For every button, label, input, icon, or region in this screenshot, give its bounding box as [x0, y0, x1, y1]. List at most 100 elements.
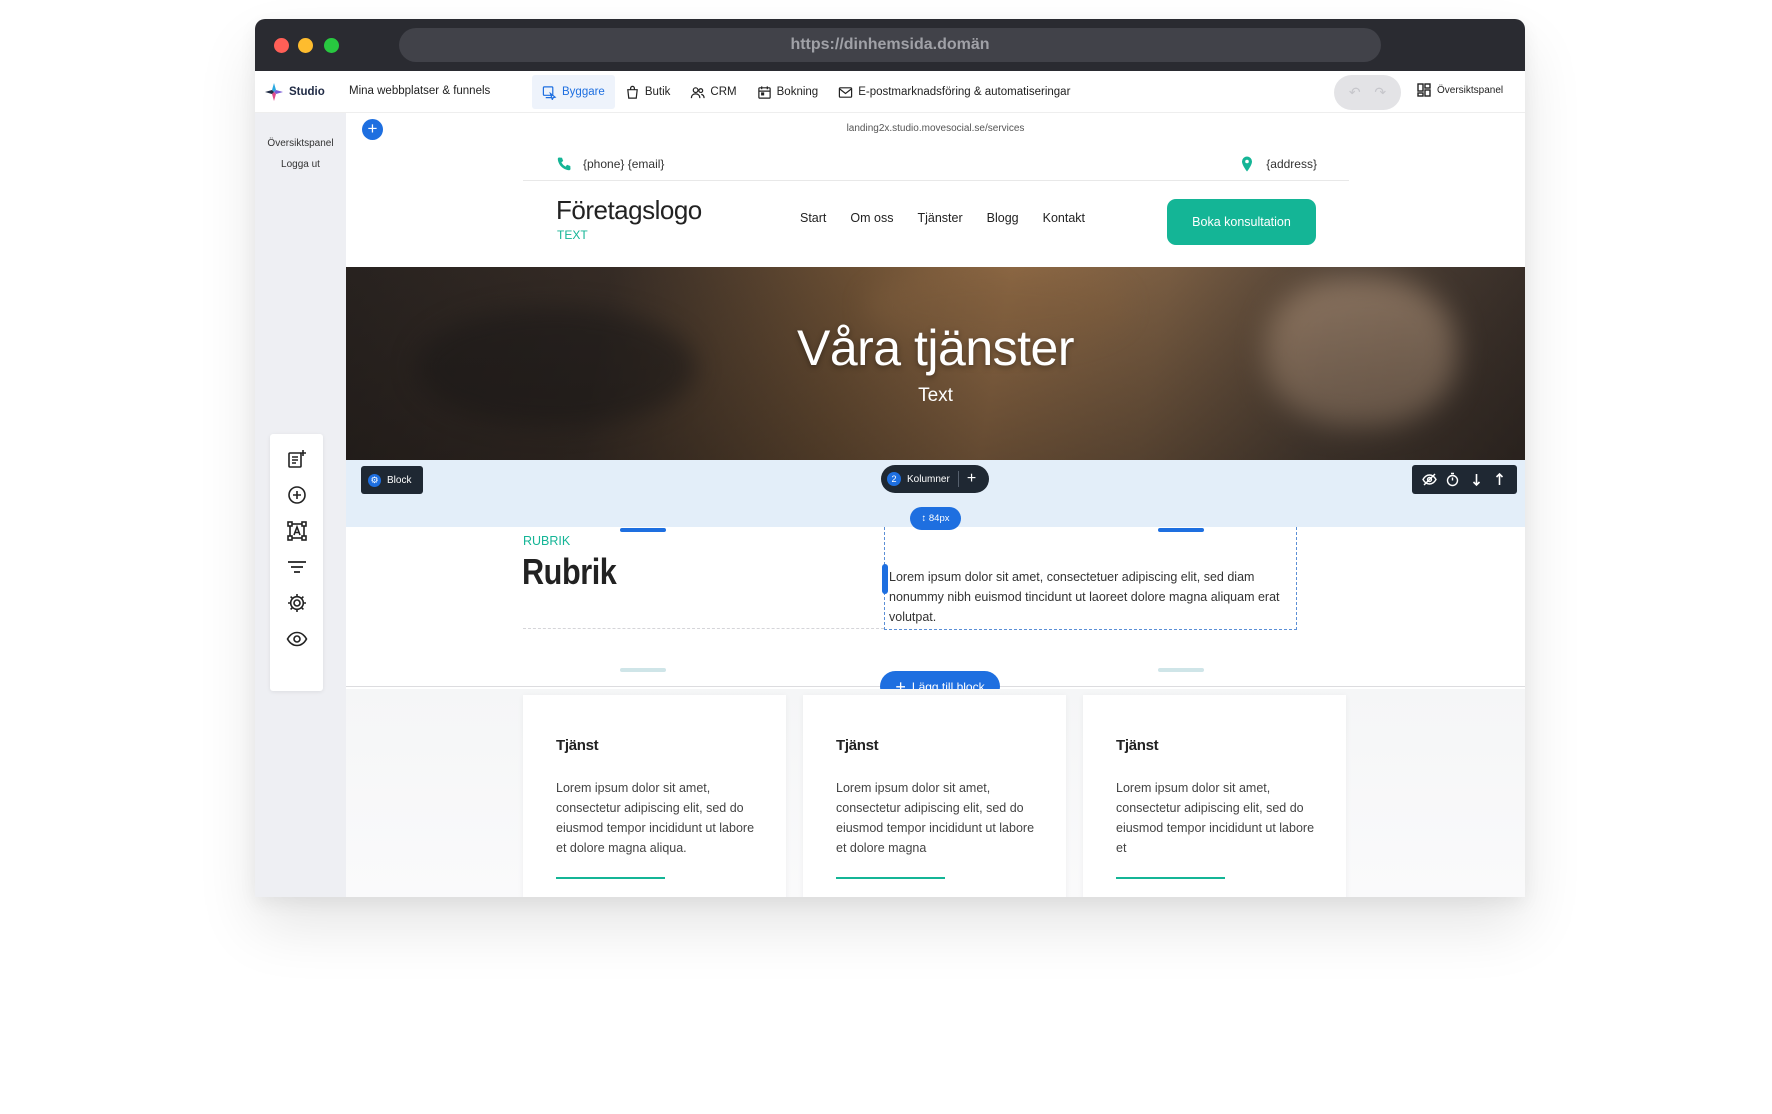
overview-button[interactable]: Översiktspanel: [1417, 83, 1503, 97]
nav-item-blog[interactable]: Blogg: [987, 211, 1019, 225]
calendar-icon: [757, 85, 771, 99]
tab-email-marketing[interactable]: E-postmarknadsföring & automatiseringar: [828, 75, 1080, 109]
tab-crm-label: CRM: [710, 86, 737, 98]
services-section: Tjänst Lorem ipsum dolor sit amet, conse…: [346, 689, 1525, 897]
main-nav-tabs: Byggare Butik CRM Bokning E-postmarknads…: [532, 75, 1080, 109]
resize-handle[interactable]: [1158, 668, 1204, 672]
move-up-icon[interactable]: [1492, 472, 1507, 487]
page-url-label: landing2x.studio.movesocial.se/services: [846, 123, 1025, 134]
users-icon: [691, 86, 706, 98]
nav-item-start[interactable]: Start: [800, 211, 826, 225]
address-bar[interactable]: https://dinhemsida.domän: [399, 28, 1381, 62]
page-canvas: + landing2x.studio.movesocial.se/service…: [346, 113, 1525, 897]
maximize-window-dot[interactable]: [324, 38, 339, 53]
service-accent-line: [836, 877, 945, 879]
tab-shop-label: Butik: [644, 86, 671, 98]
nav-item-about[interactable]: Om oss: [850, 211, 893, 225]
columns-label: Kolumner: [907, 473, 950, 485]
hero-banner[interactable]: Våra tjänster Text: [346, 267, 1525, 460]
app-topbar: Studio Mina webbplatser & funnels Byggar…: [255, 71, 1525, 113]
service-text[interactable]: Lorem ipsum dolor sit amet, consectetur …: [1116, 778, 1326, 858]
address-text[interactable]: {address}: [1266, 157, 1317, 171]
service-title[interactable]: Tjänst: [836, 737, 879, 754]
dashboard-icon: [1417, 83, 1431, 97]
redo-icon[interactable]: ↷: [1374, 84, 1386, 101]
block-settings-button[interactable]: ⚙ Block: [361, 466, 423, 494]
add-page-icon[interactable]: [284, 446, 309, 471]
block-gear-icon: ⚙: [368, 473, 381, 487]
columns-count: 2: [887, 472, 901, 486]
section-eyebrow[interactable]: RUBRIK: [523, 534, 570, 548]
add-column-icon[interactable]: +: [967, 471, 976, 487]
service-title[interactable]: Tjänst: [1116, 737, 1159, 754]
shopping-bag-icon: [626, 85, 638, 99]
left-sidebar: Översiktspanel Logga ut: [255, 113, 346, 897]
mail-icon: [838, 86, 853, 98]
block-editor-bar: ⚙ Block 2 Kolumner + ↕ 84px: [346, 460, 1525, 530]
columns-divider: [957, 471, 959, 487]
contact-right: {address}: [1238, 155, 1317, 173]
service-card[interactable]: Tjänst Lorem ipsum dolor sit amet, conse…: [803, 695, 1066, 897]
sidebar-overview-link[interactable]: Översiktspanel: [255, 138, 346, 149]
service-card[interactable]: Tjänst Lorem ipsum dolor sit amet, conse…: [523, 695, 786, 897]
eye-icon[interactable]: [284, 626, 309, 651]
hero-subtitle[interactable]: Text: [346, 385, 1525, 407]
nav-item-contact[interactable]: Kontakt: [1043, 211, 1085, 225]
company-logo-subtitle: TEXT: [557, 228, 588, 242]
filter-icon[interactable]: [284, 554, 309, 579]
service-text[interactable]: Lorem ipsum dolor sit amet, consectetur …: [836, 778, 1046, 858]
tab-shop[interactable]: Butik: [615, 75, 681, 109]
builder-icon: [542, 85, 557, 100]
my-sites-link[interactable]: Mina webbplatser & funnels: [349, 85, 490, 97]
studio-logo-icon: [265, 83, 283, 101]
timer-icon[interactable]: [1445, 472, 1460, 487]
browser-chrome: https://dinhemsida.domän: [255, 19, 1525, 71]
move-down-icon[interactable]: [1469, 472, 1484, 487]
column-outline: [523, 628, 884, 629]
close-window-dot[interactable]: [274, 38, 289, 53]
phone-icon: [557, 157, 571, 171]
nav-item-services[interactable]: Tjänster: [917, 211, 962, 225]
section-heading[interactable]: Rubrik: [522, 551, 617, 593]
service-card[interactable]: Tjänst Lorem ipsum dolor sit amet, conse…: [1083, 695, 1346, 897]
service-text[interactable]: Lorem ipsum dolor sit amet, consectetur …: [556, 778, 766, 858]
undo-redo-group: ↶ ↷: [1334, 75, 1401, 110]
hero-title[interactable]: Våra tjänster: [346, 319, 1525, 377]
tab-email-marketing-label: E-postmarknadsföring & automatiseringar: [858, 86, 1071, 98]
editor-toolbox: [270, 434, 323, 691]
undo-icon[interactable]: ↶: [1349, 84, 1361, 101]
content-section: RUBRIK Rubrik Lorem ipsum dolor sit amet…: [346, 527, 1525, 702]
service-title[interactable]: Tjänst: [556, 737, 599, 754]
columns-control[interactable]: 2 Kolumner +: [881, 465, 989, 493]
text-frame-icon[interactable]: [284, 518, 309, 543]
resize-handle[interactable]: [620, 528, 666, 532]
column-resize-grip[interactable]: [882, 564, 888, 594]
tab-builder-label: Byggare: [562, 86, 605, 98]
service-accent-line: [1116, 877, 1225, 879]
brand-name: Studio: [289, 86, 325, 98]
location-pin-icon: [1242, 156, 1253, 172]
tab-builder[interactable]: Byggare: [532, 75, 615, 109]
contact-left: {phone} {email}: [555, 155, 664, 173]
phone-email-text[interactable]: {phone} {email}: [583, 157, 664, 171]
minimize-window-dot[interactable]: [298, 38, 313, 53]
selected-column[interactable]: Lorem ipsum dolor sit amet, consectetuer…: [884, 527, 1297, 630]
gear-icon[interactable]: [284, 590, 309, 615]
book-consultation-button[interactable]: Boka konsultation: [1167, 199, 1316, 245]
block-label: Block: [387, 474, 412, 486]
hide-eye-off-icon[interactable]: [1422, 472, 1437, 487]
site-header: Företagslogo TEXT Start Om oss Tjänster …: [346, 181, 1525, 267]
overview-label: Översiktspanel: [1437, 84, 1504, 96]
tab-booking-label: Bokning: [776, 86, 819, 98]
sidebar-logout-link[interactable]: Logga ut: [255, 159, 346, 170]
tab-booking[interactable]: Bokning: [747, 75, 829, 109]
company-logo-title[interactable]: Företagslogo: [556, 195, 702, 226]
add-element-icon[interactable]: [284, 482, 309, 507]
resize-handle[interactable]: [620, 668, 666, 672]
contact-bar: {phone} {email} {address}: [523, 147, 1349, 181]
studio-brand[interactable]: Studio: [263, 81, 325, 103]
section-body-text[interactable]: Lorem ipsum dolor sit amet, consectetuer…: [889, 567, 1294, 627]
tab-crm[interactable]: CRM: [680, 75, 746, 109]
service-accent-line: [556, 877, 665, 879]
site-nav: Start Om oss Tjänster Blogg Kontakt: [800, 211, 1085, 225]
